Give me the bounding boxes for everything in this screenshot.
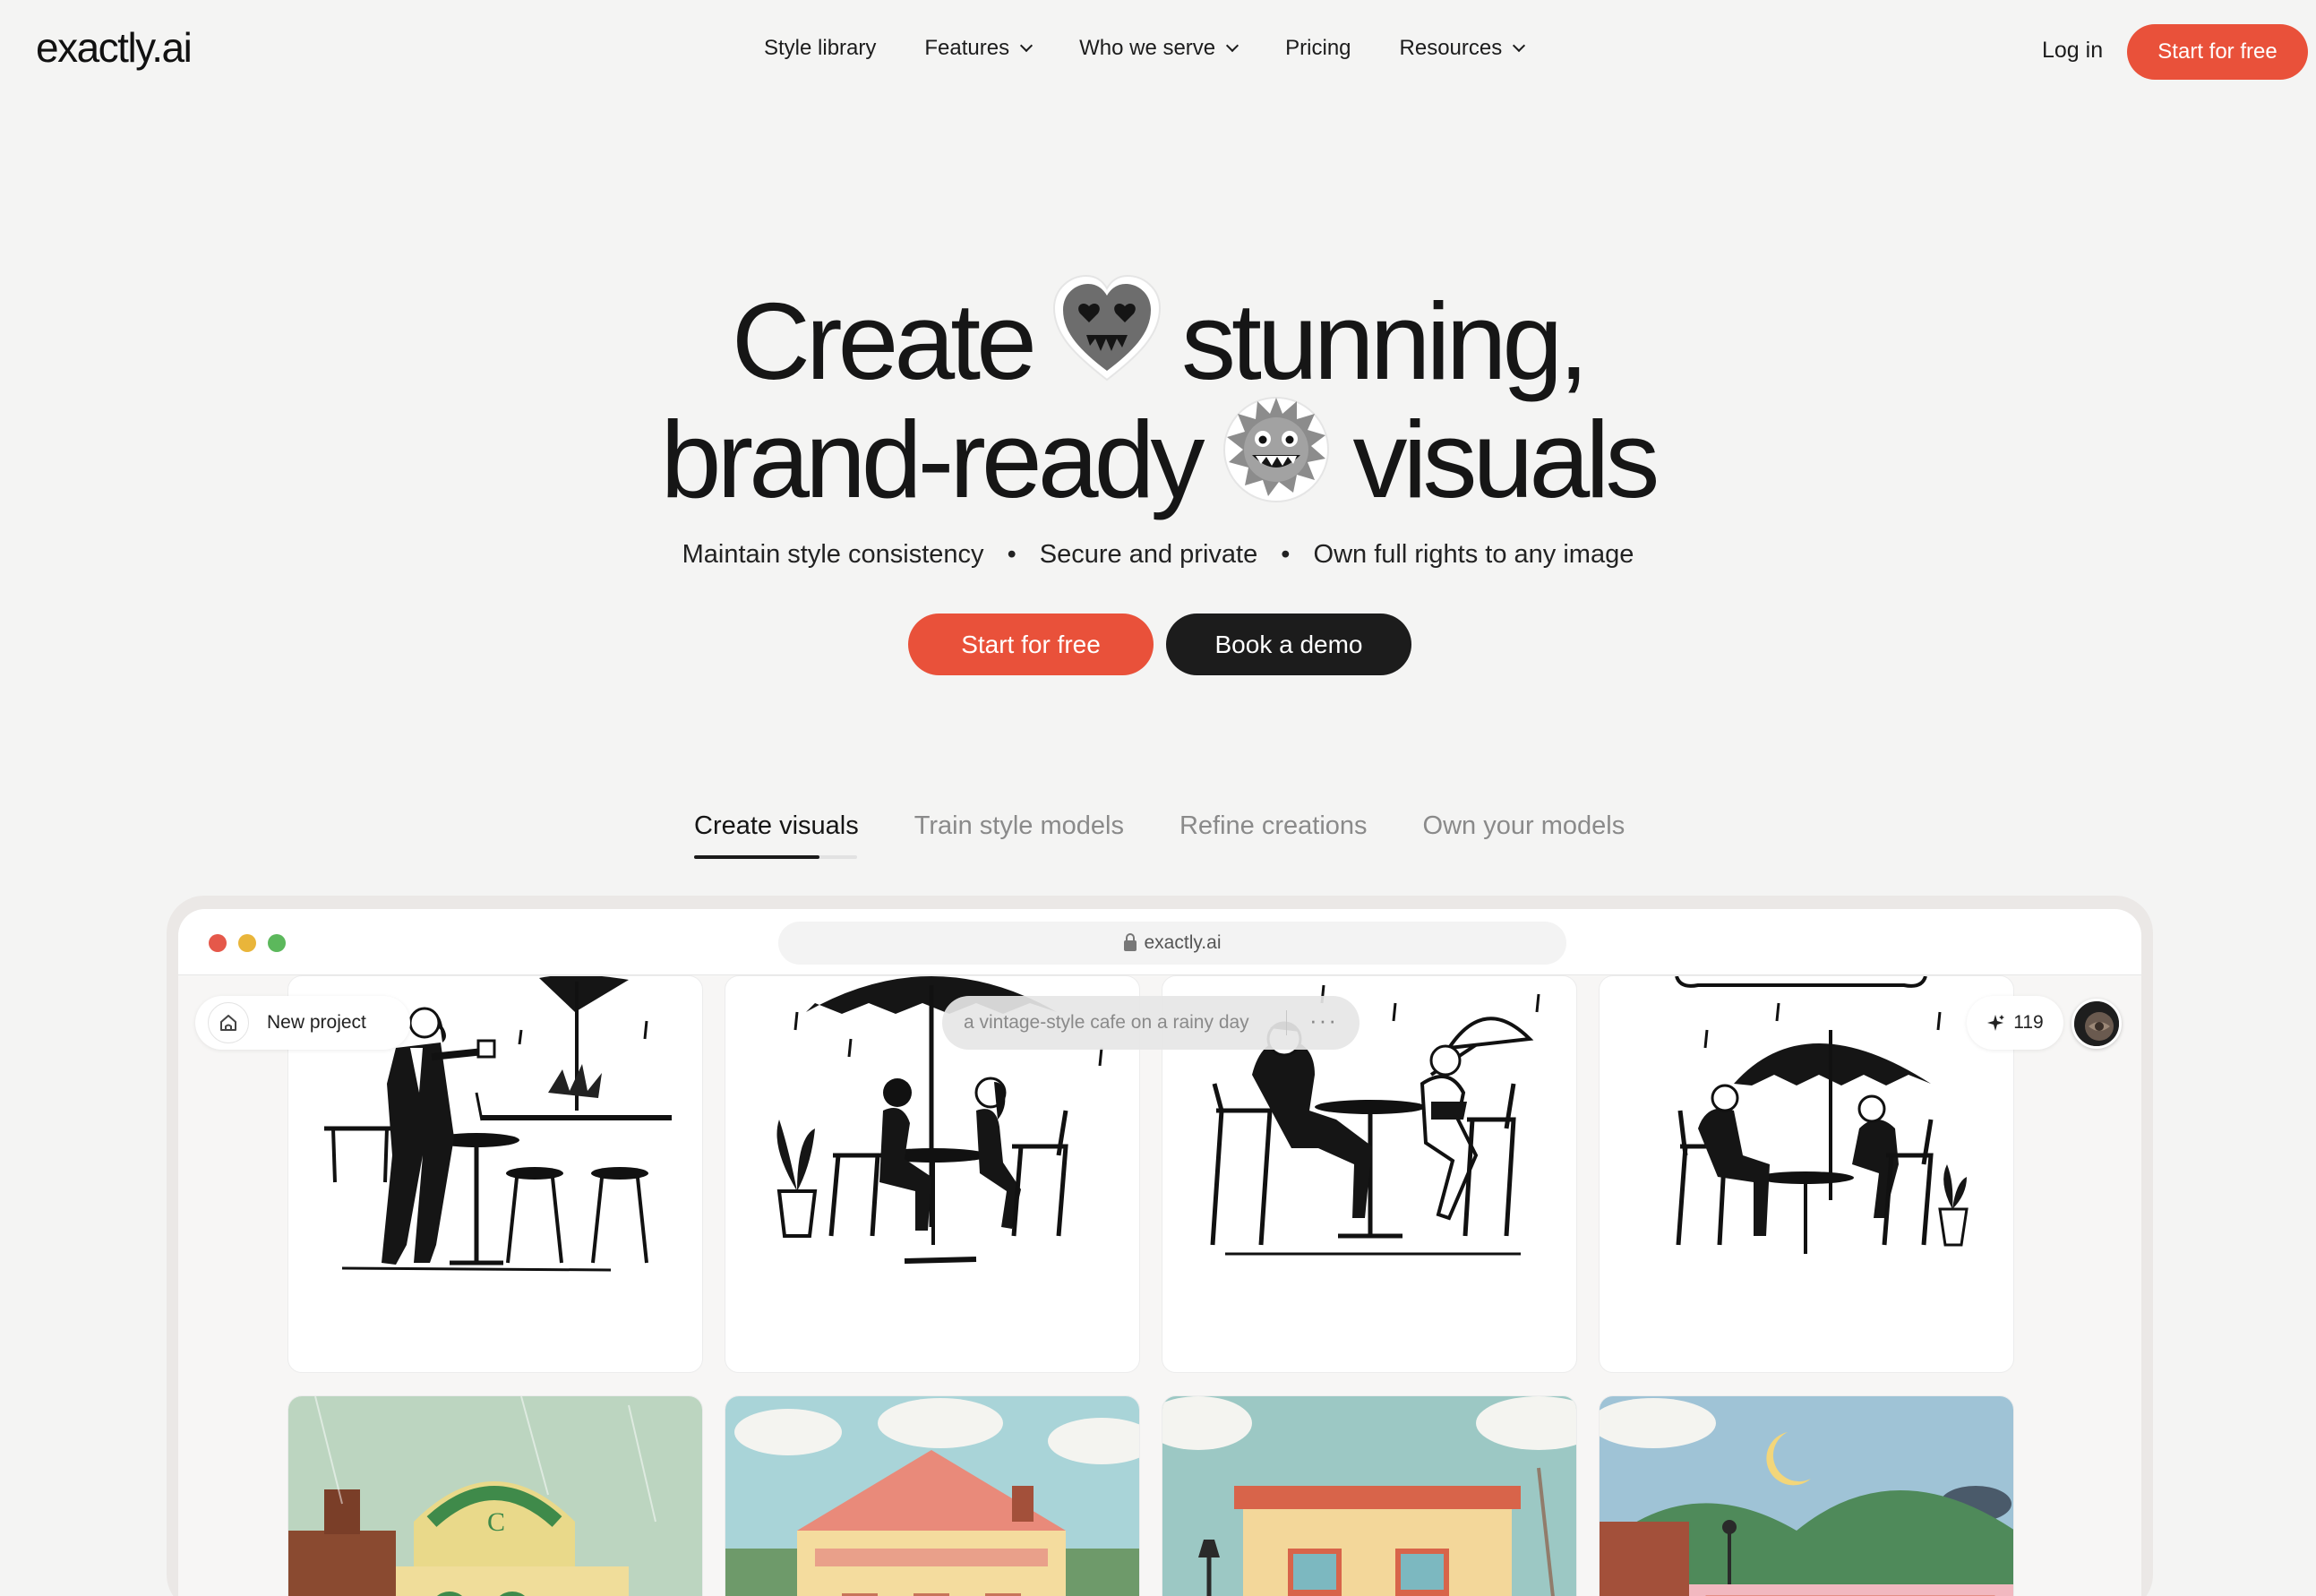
benefit-text: Secure and private xyxy=(1039,540,1258,569)
credits-pill[interactable]: 119 xyxy=(1967,996,2063,1050)
user-avatar[interactable] xyxy=(2072,999,2122,1049)
hero-word-stunning: stunning, xyxy=(1181,280,1589,402)
book-demo-button[interactable]: Book a demo xyxy=(1166,614,1411,675)
sparkle-icon xyxy=(1987,1015,2005,1031)
nav-who-we-serve[interactable]: Who we serve xyxy=(1079,36,1239,61)
address-url: exactly.ai xyxy=(1144,932,1222,953)
hero-start-free-button[interactable]: Start for free xyxy=(908,614,1154,675)
credits-count: 119 xyxy=(2013,1012,2044,1033)
hero-word-create: Create xyxy=(731,280,1037,402)
minimize-window-dot[interactable] xyxy=(238,934,256,952)
lock-icon xyxy=(1123,932,1137,951)
cafe-color-image-1: C xyxy=(288,1396,702,1596)
chevron-down-icon xyxy=(1513,39,1526,53)
prompt-divider xyxy=(1286,1010,1287,1035)
login-link[interactable]: Log in xyxy=(2042,38,2103,64)
project-name: New project xyxy=(267,1012,366,1033)
chevron-down-icon xyxy=(1226,39,1239,53)
nav-links: Style library Features Who we serve Pric… xyxy=(764,36,1572,61)
new-project-pill[interactable]: New project xyxy=(195,996,410,1050)
nav-pricing[interactable]: Pricing xyxy=(1285,36,1351,61)
tab-train-style-models[interactable]: Train style models xyxy=(914,811,1124,841)
hero-headline-line2: brand-ready visuals xyxy=(0,397,2316,520)
hero-headline-line1: Create stunning, xyxy=(0,274,2316,402)
address-bar[interactable]: exactly.ai xyxy=(778,922,1566,965)
heart-sticker-icon xyxy=(1049,270,1165,412)
benefit-text: Maintain style consistency xyxy=(682,540,984,569)
monster-sticker-icon xyxy=(1216,387,1336,532)
chevron-down-icon xyxy=(1020,39,1034,53)
cafe-lineart-image-4 xyxy=(1675,976,1969,1254)
nav-resources[interactable]: Resources xyxy=(1400,36,1526,61)
generated-image-card[interactable] xyxy=(1599,975,2014,1373)
tab-progress-fill xyxy=(694,855,819,859)
hero-subline: Maintain style consistency • Secure and … xyxy=(0,540,2316,570)
cafe-color-image-2 xyxy=(725,1396,1139,1596)
nav-features[interactable]: Features xyxy=(924,36,1034,61)
generated-image-card[interactable]: C xyxy=(287,1395,703,1596)
generated-image-card[interactable] xyxy=(725,1395,1140,1596)
gallery-grid: C xyxy=(178,975,2141,1596)
top-nav: exactly.ai Style library Features Who we… xyxy=(0,0,2316,104)
generated-image-card[interactable]: Cafe xyxy=(1599,1395,2014,1596)
hero-word-brand-ready: brand-ready xyxy=(660,399,1205,520)
tab-refine-creations[interactable]: Refine creations xyxy=(1179,811,1368,841)
tab-progress-indicator xyxy=(694,855,857,859)
generated-image-card[interactable] xyxy=(1162,1395,1577,1596)
more-options-icon[interactable]: ··· xyxy=(1309,1007,1338,1034)
prompt-input[interactable]: a vintage-style cafe on a rainy day ··· xyxy=(942,996,1360,1050)
svg-text:C: C xyxy=(487,1507,505,1537)
browser-titlebar: exactly.ai xyxy=(178,909,2141,975)
cafe-color-image-4: Cafe xyxy=(1600,1396,2013,1596)
separator-dot: • xyxy=(1281,540,1291,569)
benefit-text: Own full rights to any image xyxy=(1313,540,1634,569)
prompt-text: a vintage-style cafe on a rainy day xyxy=(964,1012,1249,1033)
separator-dot: • xyxy=(1007,540,1016,569)
close-window-dot[interactable] xyxy=(209,934,227,952)
tab-own-your-models[interactable]: Own your models xyxy=(1423,811,1625,841)
nav-start-free-button[interactable]: Start for free xyxy=(2127,24,2308,80)
home-icon[interactable] xyxy=(208,1002,249,1043)
nav-style-library[interactable]: Style library xyxy=(764,36,876,61)
logo[interactable]: exactly.ai xyxy=(36,23,193,72)
maximize-window-dot[interactable] xyxy=(268,934,286,952)
hero-word-visuals: visuals xyxy=(1352,399,1660,520)
cafe-color-image-3 xyxy=(1162,1396,1576,1596)
tab-create-visuals[interactable]: Create visuals xyxy=(694,811,859,841)
feature-tabs: Create visuals Train style models Refine… xyxy=(694,811,1680,841)
